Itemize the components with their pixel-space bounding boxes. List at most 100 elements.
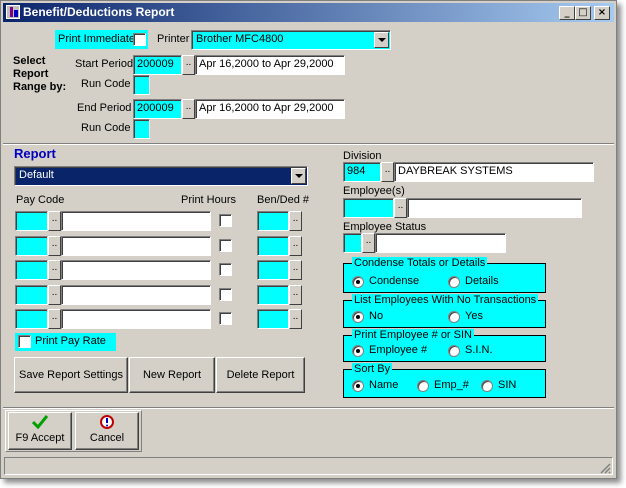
pay-code-desc	[61, 309, 211, 329]
end-period-dates: Apr 16,2000 to Apr 29,2000	[195, 99, 345, 119]
ben-ded-lookup-button[interactable]: ..	[289, 260, 302, 280]
employees-name	[407, 198, 582, 218]
print-hours-checkbox[interactable]	[219, 214, 232, 227]
close-button[interactable]: ×	[594, 6, 610, 20]
ben-ded-input[interactable]	[257, 309, 289, 329]
pay-code-input[interactable]	[15, 211, 48, 231]
report-label: Report	[14, 146, 56, 161]
employee-status-lookup-button[interactable]: ..	[362, 233, 375, 253]
division-lookup-button[interactable]: ..	[381, 162, 394, 182]
sort-name-label: Name	[369, 379, 399, 391]
condense-radio-label: Condense	[369, 275, 420, 287]
resize-grip-icon[interactable]	[599, 462, 611, 474]
condense-radio[interactable]	[352, 276, 364, 288]
pay-code-input[interactable]	[15, 236, 48, 256]
pay-code-lookup-button[interactable]: ..	[48, 285, 61, 305]
ben-ded-input[interactable]	[257, 285, 289, 305]
print-emp-title: Print Employee # or SIN	[352, 329, 474, 341]
report-window: Benefit/Deductions Report _ □ × Print Im…	[0, 0, 617, 479]
divider-bottom	[3, 407, 614, 409]
pay-code-input[interactable]	[15, 260, 48, 280]
ben-ded-lookup-button[interactable]: ..	[289, 309, 302, 329]
start-period-label: Start Period	[75, 58, 134, 70]
status-bar	[4, 457, 613, 475]
sort-by-title: Sort By	[352, 363, 393, 375]
ben-ded-lookup-button[interactable]: ..	[289, 285, 302, 305]
employees-input[interactable]	[343, 198, 394, 218]
accept-button[interactable]: F9 Accept	[8, 412, 72, 450]
print-hours-checkbox[interactable]	[219, 288, 232, 301]
printer-select[interactable]: Brother MFC4800	[191, 30, 391, 50]
save-report-settings-button[interactable]: Save Report Settings	[14, 357, 128, 393]
ben-ded-input[interactable]	[257, 260, 289, 280]
print-hours-checkbox[interactable]	[219, 312, 232, 325]
cancel-icon	[100, 415, 114, 429]
no-radio-label: No	[369, 310, 384, 322]
delete-report-button[interactable]: Delete Report	[216, 357, 305, 393]
checkmark-icon	[32, 415, 48, 429]
no-radio[interactable]	[352, 311, 364, 323]
start-period-lookup-button[interactable]: ..	[182, 55, 195, 75]
chevron-down-icon[interactable]	[374, 32, 389, 48]
end-run-code-input[interactable]	[133, 119, 150, 139]
print-pay-rate-group: Print Pay Rate	[15, 333, 116, 351]
employees-lookup-button[interactable]: ..	[394, 198, 407, 218]
pay-code-desc	[61, 260, 211, 280]
app-icon	[6, 5, 20, 19]
sin-radio[interactable]	[448, 345, 460, 357]
new-report-button[interactable]: New Report	[129, 357, 215, 393]
ben-ded-input[interactable]	[257, 236, 289, 256]
condense-group: Condense Totals or Details Condense Deta…	[343, 257, 546, 293]
end-period-lookup-button[interactable]: ..	[182, 99, 195, 119]
accept-label: F9 Accept	[15, 432, 65, 444]
no-transactions-group: List Employees With No Transactions No Y…	[343, 294, 546, 328]
pay-code-desc	[61, 211, 211, 231]
print-pay-rate-label: Print Pay Rate	[35, 335, 106, 347]
minimize-button[interactable]: _	[559, 6, 575, 20]
employee-status-input[interactable]	[343, 233, 362, 253]
pay-code-input[interactable]	[15, 285, 48, 305]
pay-code-input[interactable]	[15, 309, 48, 329]
details-radio-label: Details	[465, 275, 499, 287]
division-code-input[interactable]: 984	[343, 162, 381, 182]
sort-name-radio[interactable]	[352, 380, 364, 392]
print-immediate-checkbox[interactable]	[133, 33, 146, 46]
title-bar: Benefit/Deductions Report _ □ ×	[3, 3, 614, 22]
window-title: Benefit/Deductions Report	[23, 5, 175, 19]
chevron-down-icon[interactable]	[291, 168, 306, 184]
yes-radio[interactable]	[448, 311, 460, 323]
print-hours-checkbox[interactable]	[219, 239, 232, 252]
ben-ded-lookup-button[interactable]: ..	[289, 211, 302, 231]
end-period-label: End Period	[77, 102, 132, 114]
report-selected-value: Default	[19, 169, 54, 181]
print-hours-checkbox[interactable]	[219, 263, 232, 276]
report-select[interactable]: Default	[14, 166, 308, 186]
maximize-button[interactable]: □	[575, 6, 591, 20]
cancel-button[interactable]: Cancel	[75, 412, 139, 450]
division-label: Division	[343, 150, 382, 162]
pay-code-lookup-button[interactable]: ..	[48, 236, 61, 256]
sort-emp-radio[interactable]	[417, 380, 429, 392]
print-pay-rate-checkbox[interactable]	[18, 335, 31, 348]
pay-code-label: Pay Code	[16, 194, 65, 206]
ben-ded-input[interactable]	[257, 211, 289, 231]
condense-group-title: Condense Totals or Details	[352, 257, 488, 269]
pay-code-lookup-button[interactable]: ..	[48, 309, 61, 329]
printer-value: Brother MFC4800	[196, 33, 284, 45]
employees-label: Employee(s)	[343, 185, 405, 197]
start-run-code-input[interactable]	[133, 75, 150, 95]
pay-code-lookup-button[interactable]: ..	[48, 211, 61, 231]
select-range-label: Select Report Range by:	[13, 55, 67, 93]
pay-code-desc	[61, 236, 211, 256]
start-period-dates: Apr 16,2000 to Apr 29,2000	[195, 55, 345, 75]
start-period-input[interactable]: 200009	[133, 55, 182, 75]
print-immediate-group: Print Immediate	[55, 30, 148, 49]
employee-number-radio[interactable]	[352, 345, 364, 357]
end-period-input[interactable]: 200009	[133, 99, 182, 119]
sort-sin-radio[interactable]	[481, 380, 493, 392]
divider	[3, 143, 614, 145]
ben-ded-lookup-button[interactable]: ..	[289, 236, 302, 256]
print-hours-label: Print Hours	[181, 194, 237, 206]
details-radio[interactable]	[448, 276, 460, 288]
pay-code-lookup-button[interactable]: ..	[48, 260, 61, 280]
